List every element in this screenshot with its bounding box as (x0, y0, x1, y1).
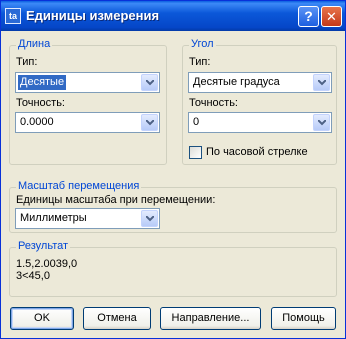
chevron-down-icon[interactable] (313, 114, 330, 131)
direction-button[interactable]: Направление... (160, 307, 261, 330)
cancel-button[interactable]: Отмена (83, 307, 151, 330)
length-precision-select[interactable]: 0.0000 (15, 112, 160, 133)
title-bar[interactable]: ta Единицы измерения ? ✕ (1, 1, 345, 31)
angle-precision-value: 0 (193, 116, 200, 128)
length-precision-value: 0.0000 (20, 116, 54, 128)
result-line-1: 1.5,2.0039,0 (16, 258, 78, 270)
length-group-title: Длина (16, 38, 53, 50)
help-button[interactable]: Помощь (271, 307, 336, 330)
close-icon: ✕ (326, 9, 337, 24)
angle-precision-select[interactable]: 0 (188, 112, 332, 133)
insertion-units-select[interactable]: Миллиметры (15, 208, 160, 229)
length-precision-label: Точность: (16, 97, 65, 109)
length-type-value: Десятые (18, 75, 67, 90)
angle-type-value: Десятые градуса (193, 76, 280, 88)
angle-precision-label: Точность: (189, 97, 238, 109)
units-dialog: ta Единицы измерения ? ✕ Длина Тип: Деся… (0, 0, 346, 339)
insertion-units-value: Миллиметры (20, 212, 87, 224)
chevron-down-icon[interactable] (141, 74, 158, 91)
ok-button[interactable]: OK (10, 307, 74, 330)
result-line-2: 3<45,0 (16, 270, 50, 282)
insertion-units-label: Единицы масштаба при перемещении: (16, 194, 216, 206)
result-group-title: Результат (16, 240, 71, 252)
angle-group-title: Угол (189, 38, 216, 50)
chevron-down-icon[interactable] (141, 114, 158, 131)
insertion-scale-group-title: Масштаб перемещения (16, 180, 142, 192)
app-icon: ta (5, 8, 21, 24)
close-button[interactable]: ✕ (321, 6, 342, 27)
clockwise-label[interactable]: По часовой стрелке (206, 146, 308, 158)
result-group: Результат (9, 240, 337, 297)
length-type-label: Тип: (16, 56, 38, 68)
chevron-down-icon[interactable] (141, 210, 158, 227)
angle-type-select[interactable]: Десятые градуса (188, 72, 332, 93)
clockwise-checkbox[interactable] (189, 146, 202, 159)
help-title-button[interactable]: ? (298, 6, 319, 27)
chevron-down-icon[interactable] (313, 74, 330, 91)
length-type-select[interactable]: Десятые (15, 72, 160, 93)
question-icon: ? (304, 8, 313, 24)
angle-type-label: Тип: (189, 56, 211, 68)
dialog-title: Единицы измерения (26, 8, 160, 23)
